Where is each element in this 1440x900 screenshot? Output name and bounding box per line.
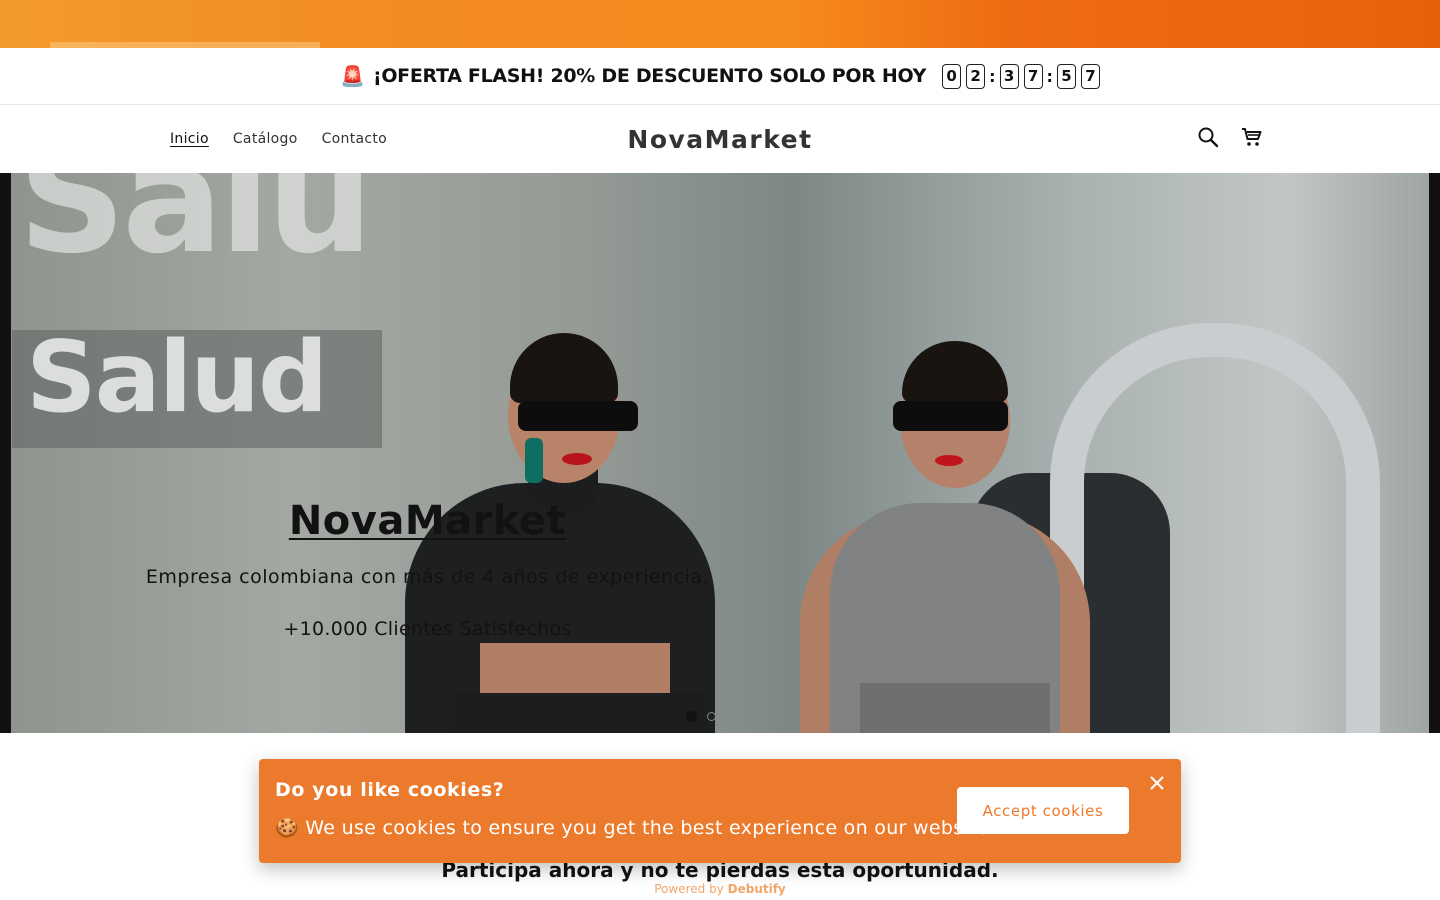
countdown-digit: 3	[999, 63, 1019, 89]
hero-subtitle: Empresa colombiana con más de 4 años de …	[145, 566, 710, 588]
hero-text-block: NovaMarket Empresa colombiana con más de…	[140, 498, 715, 640]
accept-cookies-button[interactable]: Accept cookies	[957, 787, 1129, 834]
powered-by-brand[interactable]: Debutify	[728, 882, 786, 896]
search-icon[interactable]	[1196, 125, 1220, 149]
hero-wall-sign-top: Salu	[18, 173, 373, 287]
model-right-lips	[935, 455, 963, 466]
hero-slideshow[interactable]: Salu Salud NovaMarket Empresa colombiana…	[0, 173, 1440, 733]
countdown-timer: 0 2 : 3 7 : 5 7	[942, 63, 1100, 89]
model-right-sunglasses	[893, 401, 1008, 431]
close-icon[interactable]	[1147, 773, 1167, 793]
countdown-digit: 2	[966, 63, 986, 89]
countdown-separator: :	[1046, 66, 1053, 86]
cookie-banner: Do you like cookies? 🍪 We use cookies to…	[259, 759, 1181, 863]
siren-icon: 🚨	[340, 65, 365, 88]
powered-by: Powered by Debutify	[0, 882, 1440, 896]
model-left-earring	[525, 438, 543, 483]
powered-by-prefix: Powered by	[654, 882, 724, 896]
site-header: Inicio Catálogo Contacto NovaMarket	[0, 105, 1440, 173]
slide-dot-1[interactable]	[686, 711, 697, 722]
model-right-legs	[860, 683, 1050, 733]
top-promo-band	[0, 0, 1440, 48]
countdown-digit: 7	[1023, 63, 1043, 89]
cookie-text: 🍪 We use cookies to ensure you get the b…	[275, 817, 996, 839]
model-left-lips	[562, 453, 592, 465]
flash-offer-bar: 🚨 ¡OFERTA FLASH! 20% DE DESCUENTO SOLO P…	[0, 48, 1440, 105]
countdown-digit: 5	[1056, 63, 1076, 89]
slide-dot-3[interactable]	[726, 712, 735, 721]
hero-fitness-machine	[1050, 323, 1380, 733]
slide-dot-2[interactable]	[707, 712, 716, 721]
hero-title[interactable]: NovaMarket	[140, 498, 715, 544]
countdown-separator: :	[989, 66, 996, 86]
slideshow-dots	[686, 711, 735, 722]
flash-offer-message: ¡OFERTA FLASH! 20% DE DESCUENTO SOLO POR…	[372, 65, 927, 87]
countdown-digit: 0	[942, 63, 962, 89]
model-left-legs	[450, 693, 710, 733]
hero-tagline: +10.000 Clientes Satisfechos	[283, 618, 572, 640]
header-icons	[1196, 125, 1264, 149]
cookie-title: Do you like cookies?	[275, 779, 505, 801]
model-left-sunglasses	[518, 401, 638, 431]
cart-icon[interactable]	[1240, 125, 1264, 149]
hero-wall-sign: Salud	[26, 321, 328, 435]
countdown-digit: 7	[1080, 63, 1100, 89]
